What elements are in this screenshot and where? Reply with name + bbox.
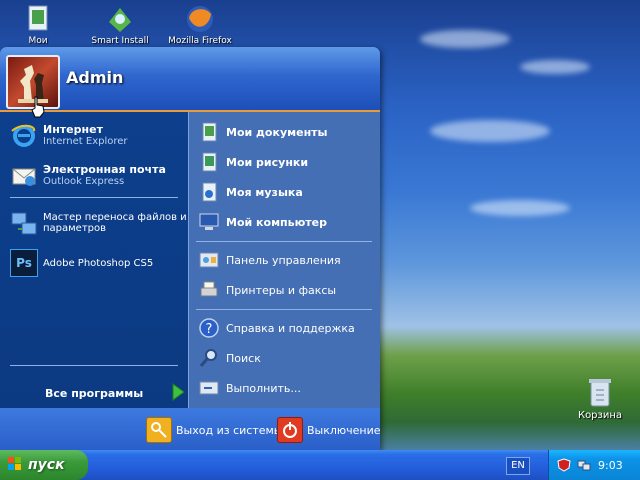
start-item-label: Мастер переноса файлов и: [43, 212, 187, 223]
start-right-my-computer[interactable]: Мой компьютер: [198, 211, 327, 233]
start-menu-header: Admin: [0, 47, 380, 112]
start-right-run[interactable]: Выполнить...: [198, 377, 301, 399]
my-documents-icon: [23, 4, 53, 34]
system-tray: [548, 450, 640, 480]
separator: [10, 365, 178, 366]
transfer-wizard-icon: [10, 209, 38, 237]
cloud: [470, 200, 570, 216]
printers-icon: [198, 279, 220, 301]
start-right-label: Поиск: [226, 351, 261, 365]
hand-cursor-icon: [30, 96, 46, 121]
power-icon: [277, 417, 303, 443]
desktop-icon-my-documents[interactable]: Мои: [0, 4, 76, 46]
start-item-title: Интернет: [43, 123, 103, 136]
start-right-label: Принтеры и факсы: [226, 283, 337, 297]
start-right-label: Выполнить...: [226, 381, 301, 395]
separator: [196, 241, 372, 242]
security-shield-icon[interactable]: [557, 458, 571, 475]
start-right-label: Мои документы: [226, 125, 328, 139]
desktop-icon-label: Smart Install: [91, 36, 149, 46]
desktop-icon-smart-install[interactable]: Smart Install: [82, 4, 158, 46]
internet-explorer-icon: [10, 121, 38, 149]
start-right-label: Мой компьютер: [226, 215, 328, 229]
green-arrow-icon: [171, 383, 186, 404]
cloud: [430, 120, 550, 142]
run-icon: [198, 377, 220, 399]
key-icon: [146, 417, 172, 443]
outlook-express-icon: [10, 161, 38, 189]
clock: 9:03: [598, 459, 623, 472]
firefox-icon: [185, 4, 215, 34]
cloud: [420, 30, 510, 48]
my-pictures-icon: [198, 151, 220, 173]
start-right-my-documents[interactable]: Мои документы: [198, 121, 328, 143]
start-item-internet[interactable]: Интернет Internet Explorer: [10, 121, 128, 149]
desktop-icon-label: Мои: [28, 36, 48, 46]
start-item-transfer-wizard[interactable]: Мастер переноса файлов и параметров: [10, 209, 187, 237]
desktop-icon-firefox[interactable]: Mozilla Firefox: [162, 4, 238, 46]
start-item-label-line2: параметров: [43, 223, 107, 234]
network-icon[interactable]: [577, 458, 591, 475]
windows-logo-icon: [8, 456, 22, 474]
start-menu: Admin Интернет Internet Explorer Электро…: [0, 47, 380, 450]
start-right-my-pictures[interactable]: Мои рисунки: [198, 151, 308, 173]
start-menu-footer: Выход из системы Выключение: [0, 408, 380, 450]
start-right-control-panel[interactable]: Панель управления: [198, 249, 341, 271]
start-right-my-music[interactable]: Моя музыка: [198, 181, 303, 203]
desktop-icon-recycle-bin[interactable]: Корзина: [574, 376, 626, 421]
photoshop-icon: Ps: [10, 249, 38, 277]
language-indicator[interactable]: EN: [506, 457, 530, 475]
start-right-label: Мои рисунки: [226, 155, 309, 169]
my-music-icon: [198, 181, 220, 203]
separator: [10, 197, 178, 198]
taskbar: [0, 450, 640, 480]
start-item-title: Электронная почта: [43, 163, 166, 176]
desktop-icon-label: Mozilla Firefox: [168, 36, 232, 46]
cloud: [520, 60, 590, 74]
separator: [196, 309, 372, 310]
start-item-photoshop[interactable]: Ps Adobe Photoshop CS5: [10, 249, 153, 277]
help-icon: ?: [198, 317, 220, 339]
my-computer-icon: [198, 211, 220, 233]
my-documents-icon: [198, 121, 220, 143]
start-right-label: Справка и поддержка: [226, 321, 355, 335]
start-button[interactable]: пуск: [0, 450, 88, 480]
shutdown-button[interactable]: Выключение: [277, 417, 380, 443]
start-item-email[interactable]: Электронная почта Outlook Express: [10, 161, 166, 189]
start-right-help[interactable]: ? Справка и поддержка: [198, 317, 355, 339]
start-right-search[interactable]: Поиск: [198, 347, 261, 369]
logoff-button[interactable]: Выход из системы: [146, 417, 282, 443]
start-item-subtitle: Outlook Express: [43, 176, 125, 187]
recycle-bin-label: Корзина: [577, 410, 623, 421]
svg-text:?: ?: [206, 322, 213, 337]
control-panel-icon: [198, 249, 220, 271]
start-right-label: Панель управления: [226, 253, 341, 267]
user-name: Admin: [66, 68, 124, 87]
all-programs-button[interactable]: Все программы: [45, 383, 186, 404]
search-icon: [198, 347, 220, 369]
start-item-subtitle: Internet Explorer: [43, 136, 128, 147]
all-programs-label: Все программы: [45, 387, 144, 400]
logoff-label: Выход из системы: [176, 423, 283, 437]
start-button-label: пуск: [28, 457, 65, 473]
recycle-bin-icon: [587, 376, 613, 408]
start-right-printers[interactable]: Принтеры и факсы: [198, 279, 336, 301]
start-right-label: Моя музыка: [226, 185, 303, 199]
start-item-label: Adobe Photoshop CS5: [43, 257, 154, 269]
shutdown-label: Выключение: [307, 423, 380, 437]
smart-install-icon: [105, 4, 135, 34]
